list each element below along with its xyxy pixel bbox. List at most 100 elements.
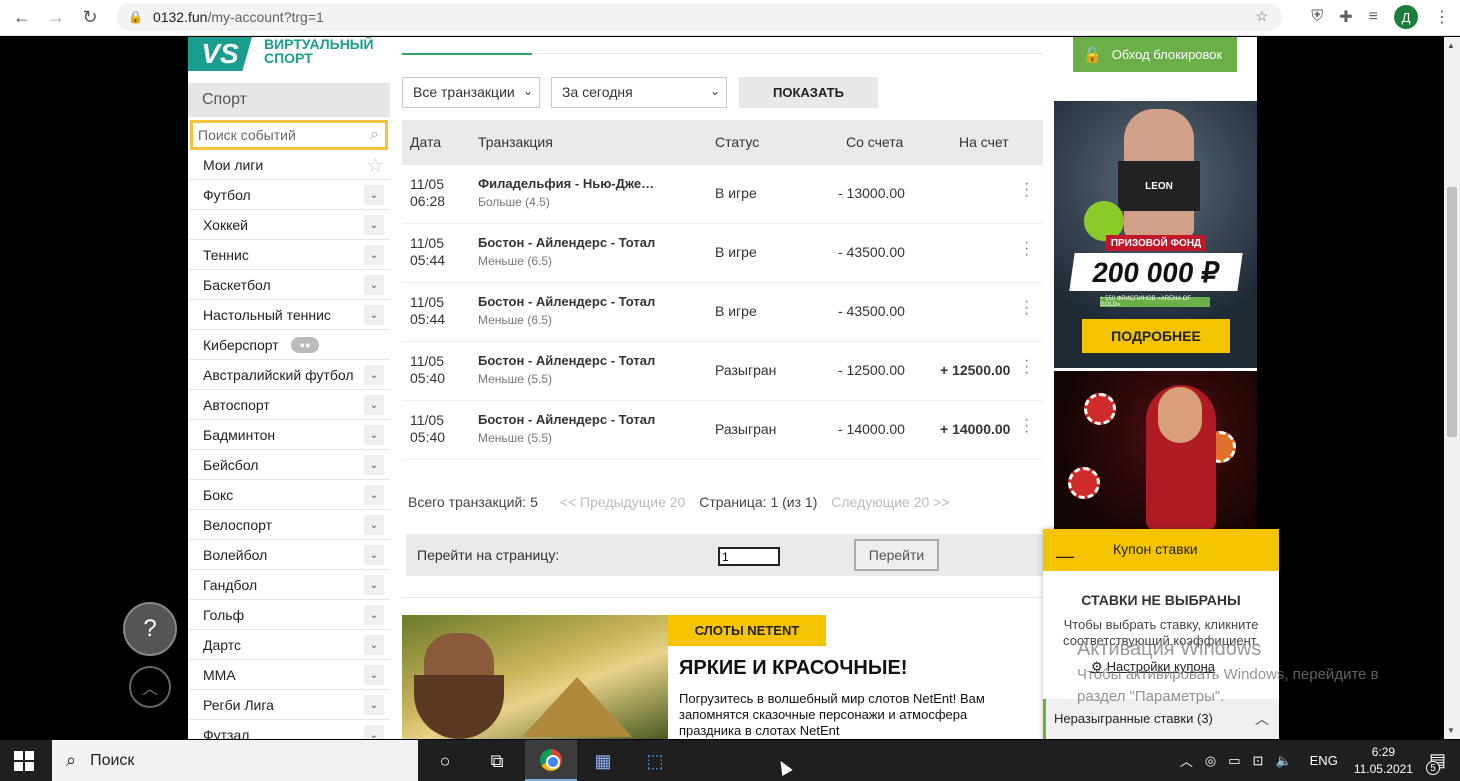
row-menu-icon[interactable]: · · · [1024,294,1029,322]
cortana-icon[interactable]: ○ [432,748,458,774]
row-menu-icon[interactable]: · · · [1024,412,1029,440]
table-row[interactable]: 11/05 05:44 Бостон - Айлендерс - Тотал Ме… [402,283,1043,342]
sidebar-item-futsal[interactable]: Футзал ⌄ [188,720,390,739]
sidebar-item-aussie-football[interactable]: Австралийский футбол ⌄ [188,360,390,390]
task-view-icon[interactable]: ⧉ [484,748,510,774]
snipping-tool-icon[interactable]: ⬚ [642,748,668,774]
prize-amount: 200 000 ₽ [1069,253,1243,291]
page-number-input[interactable] [718,547,780,566]
minimize-icon[interactable]: — [1056,546,1074,567]
profile-avatar[interactable]: Д [1394,5,1418,29]
address-bar[interactable]: 🔒 0132.fun/my-account?trg=1 ☆ [116,3,1282,31]
chevron-down-icon[interactable]: ⌄ [364,215,384,235]
netent-promo[interactable]: СЛОТЫ NETENT ЯРКИЕ И КРАСОЧНЫЕ! Погрузит… [402,615,1043,739]
sidebar-item-mma[interactable]: ММА ⌄ [188,660,390,690]
transaction-type-select[interactable]: Все транзакции ⌄ [402,77,540,108]
sidebar-item-volleyball[interactable]: Волейбол ⌄ [188,540,390,570]
chevron-down-icon[interactable]: ⌄ [364,725,384,739]
period-select[interactable]: За сегодня ⌄ [551,77,727,108]
chevron-down-icon[interactable]: ⌄ [364,245,384,265]
leon-tennis-banner[interactable]: LEON ПРИЗОВОЙ ФОНД 200 000 ₽ + 550 ФРИСП… [1054,101,1257,368]
bookmark-star-icon[interactable]: ☆ [1255,8,1268,25]
table-row[interactable]: 11/05 06:28 Филадельфия - Нью-Дже… Больше… [402,165,1043,224]
puzzle-extension-icon[interactable]: ✚ [1339,7,1352,27]
chevron-down-icon[interactable]: ⌄ [364,185,384,205]
vs-logo[interactable]: VS ВИРТУАЛЬНЫЙ СПОРТ [188,37,390,71]
chevron-down-icon[interactable]: ⌄ [364,425,384,445]
chevron-down-icon[interactable]: ⌄ [364,455,384,475]
scroll-down-icon[interactable]: ▼ [1447,726,1455,735]
page-scrollbar[interactable]: ▲ ▼ [1444,37,1460,739]
chevron-down-icon[interactable]: ⌄ [364,395,384,415]
row-menu-icon[interactable]: · · · [1024,176,1029,204]
chrome-taskbar-button[interactable] [525,740,577,781]
chevron-down-icon[interactable]: ⌄ [364,635,384,655]
chevron-down-icon[interactable]: ⌄ [364,515,384,535]
sidebar-item-hockey[interactable]: Хоккей ⌄ [188,210,390,240]
search-icon[interactable]: ⌕ [370,126,379,144]
scroll-top-button[interactable]: ︿ [129,666,171,708]
table-row[interactable]: 11/05 05:40 Бостон - Айлендерс - Тотал Ме… [402,342,1043,401]
sidebar-item-badminton[interactable]: Бадминтон ⌄ [188,420,390,450]
row-menu-icon[interactable]: · · · [1024,353,1029,381]
chevron-down-icon[interactable]: ⌄ [364,485,384,505]
sidebar-item-cycling[interactable]: Велоспорт ⌄ [188,510,390,540]
sidebar-item-my-leagues[interactable]: Мои лиги ☆ [188,150,390,180]
battery-icon[interactable]: ▭ [1228,753,1240,769]
unblock-button[interactable]: 🔓 Обход блокировок [1073,37,1237,72]
language-indicator[interactable]: ENG [1310,753,1338,768]
chevron-down-icon[interactable]: ⌄ [364,575,384,595]
help-button[interactable]: ? [123,602,177,656]
coupon-header[interactable]: — Купон ставки [1043,529,1279,571]
table-row[interactable]: 11/05 05:44 Бостон - Айлендерс - Тотал Ме… [402,224,1043,283]
forward-icon[interactable]: → [44,6,68,30]
tray-chevron-up-icon[interactable]: ︿ [1180,751,1193,770]
tray-app-icon[interactable]: ◎ [1205,753,1216,769]
event-search-input[interactable]: Поиск событий ⌕ [190,120,388,150]
next-page-link[interactable]: Следующие 20 >> [831,494,949,510]
star-icon[interactable]: ☆ [366,153,384,178]
sidebar-item-basketball[interactable]: Баскетбол ⌄ [188,270,390,300]
goto-button[interactable]: Перейти [854,539,939,571]
casino-banner[interactable] [1054,371,1257,531]
prev-page-link[interactable]: << Предыдущие 20 [560,494,686,510]
more-button[interactable]: ПОДРОБНЕЕ [1082,319,1230,353]
sidebar-item-golf[interactable]: Гольф ⌄ [188,600,390,630]
sidebar-item-label: Гандбол [203,576,258,593]
row-menu-icon[interactable]: · · · [1024,235,1029,263]
sidebar-item-handball[interactable]: Гандбол ⌄ [188,570,390,600]
freespins-note: + 550 ФРИСПИНОВ «ARENA OF GOLD» [1100,296,1210,308]
shield-extension-icon[interactable]: ⛨ [1311,8,1323,26]
clock[interactable]: 6:29 11.05.2021 [1354,744,1413,778]
show-button[interactable]: ПОКАЗАТЬ [739,77,878,108]
sidebar-item-boxing[interactable]: Бокс ⌄ [188,480,390,510]
chevron-down-icon[interactable]: ⌄ [364,695,384,715]
chevron-down-icon[interactable]: ⌄ [364,275,384,295]
sidebar-item-football[interactable]: Футбол ⌄ [188,180,390,210]
reload-icon[interactable]: ↻ [78,6,102,30]
sidebar-item-esports[interactable]: Киберспорт ●● [188,330,390,360]
back-icon[interactable]: ← [10,6,34,30]
sidebar-item-tennis[interactable]: Теннис ⌄ [188,240,390,270]
chevron-down-icon[interactable]: ⌄ [364,545,384,565]
sidebar-item-table-tennis[interactable]: Настольный теннис ⌄ [188,300,390,330]
reading-list-icon[interactable]: ≡ [1369,8,1378,26]
chevron-down-icon[interactable]: ⌄ [364,665,384,685]
calculator-icon[interactable]: ▦ [590,748,616,774]
scroll-thumb[interactable] [1447,187,1457,437]
chevron-down-icon[interactable]: ⌄ [364,305,384,325]
sidebar-item-rugby-league[interactable]: Регби Лига ⌄ [188,690,390,720]
menu-kebab-icon[interactable]: ⋮ [1434,7,1450,27]
network-icon[interactable]: ⊡ [1253,753,1264,769]
chevron-down-icon[interactable]: ⌄ [364,605,384,625]
scroll-up-icon[interactable]: ▲ [1447,41,1455,50]
sidebar-item-baseball[interactable]: Бейсбол ⌄ [188,450,390,480]
volume-icon[interactable]: 🔈 [1275,753,1291,769]
sidebar-item-darts[interactable]: Дартс ⌄ [188,630,390,660]
sidebar-item-motorsport[interactable]: Автоспорт ⌄ [188,390,390,420]
notifications-icon[interactable]: ▤ 5 [1426,750,1446,775]
windows-start-icon[interactable] [14,751,34,771]
chevron-down-icon[interactable]: ⌄ [364,365,384,385]
table-row[interactable]: 11/05 05:40 Бостон - Айлендерс - Тотал Ме… [402,401,1043,460]
taskbar-search[interactable]: ⌕ Поиск [52,740,418,781]
